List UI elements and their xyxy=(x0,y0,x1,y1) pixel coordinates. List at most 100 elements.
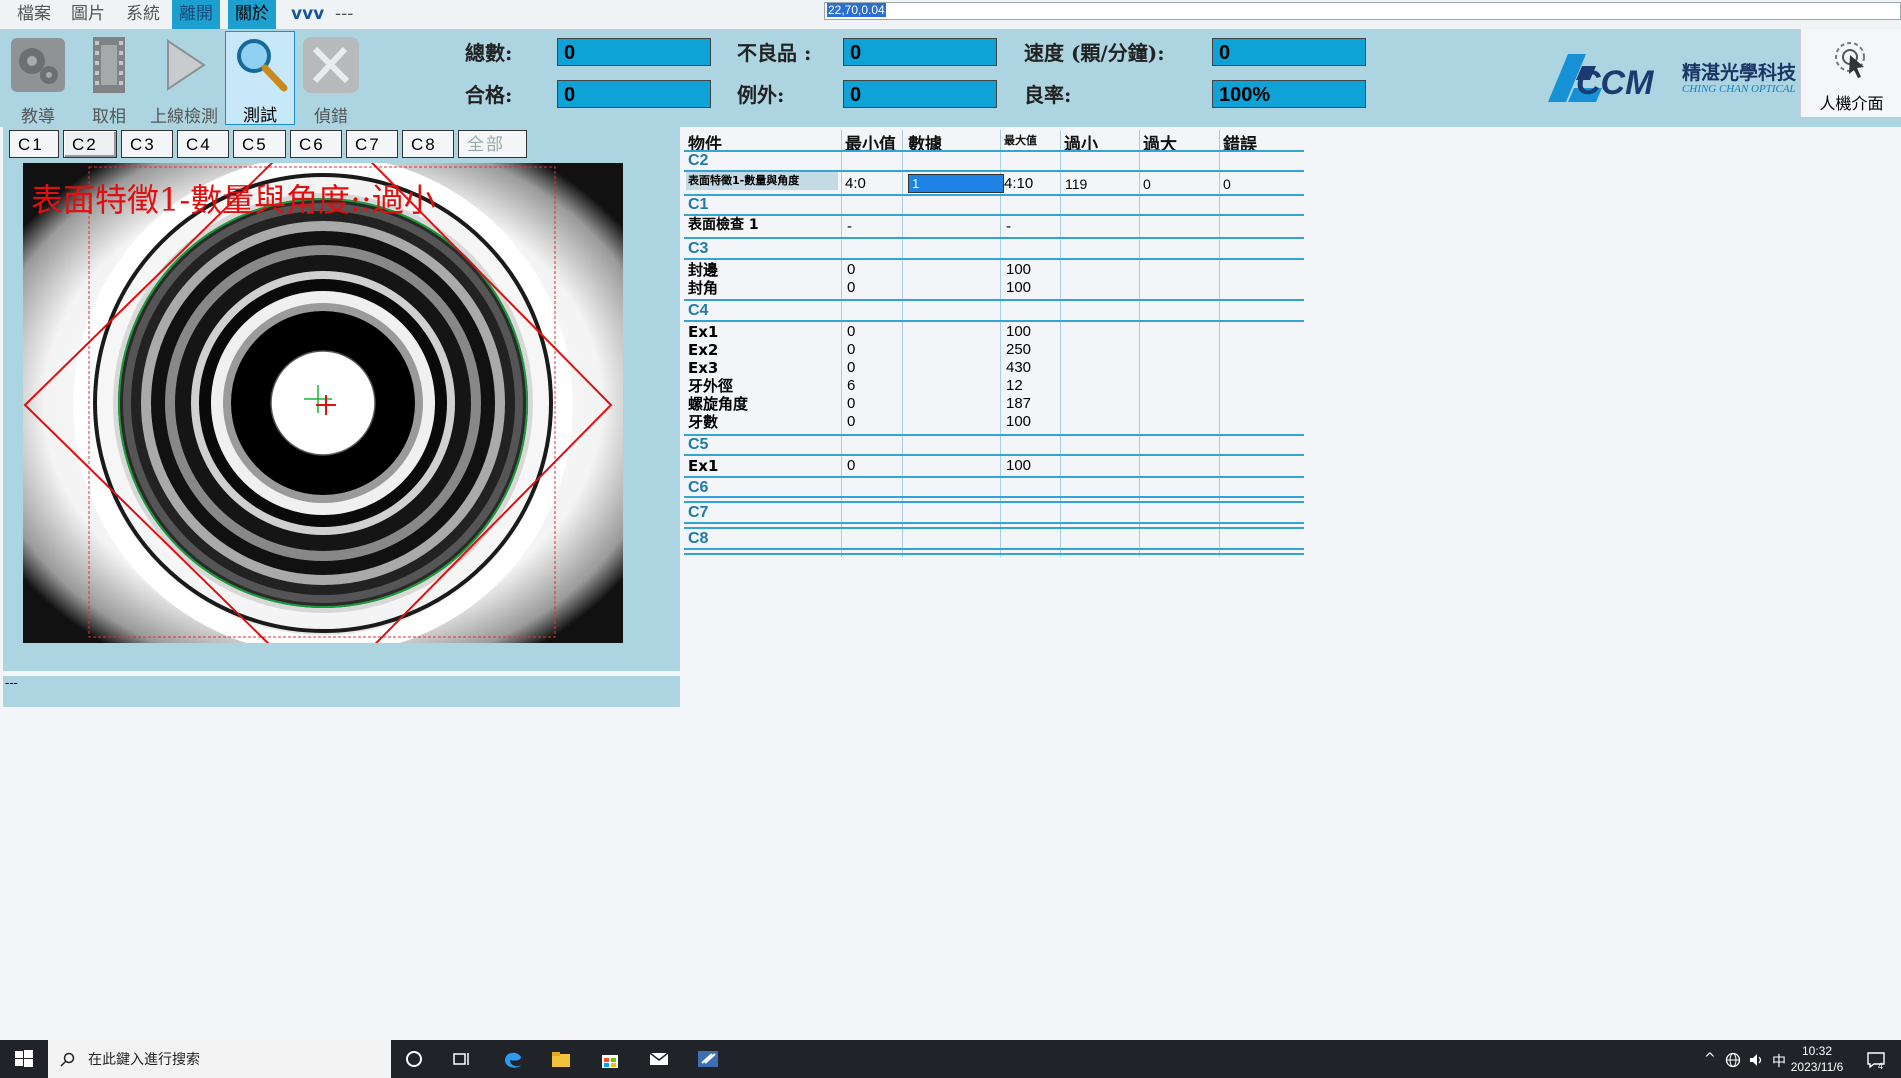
section-c8: C8 xyxy=(688,530,709,547)
row-error: 0 xyxy=(1223,176,1231,192)
row-name: 牙數 xyxy=(688,413,719,431)
teach-label: 教導 xyxy=(21,107,55,127)
mail-icon[interactable] xyxy=(648,1048,670,1070)
play-icon xyxy=(167,39,206,91)
row-min: 0 xyxy=(847,323,856,340)
tab-c3[interactable]: C3 xyxy=(121,130,173,158)
header-object: 物件 xyxy=(688,135,722,155)
tray-chevron-icon[interactable]: ^ xyxy=(1704,1051,1716,1067)
network-icon[interactable] xyxy=(1725,1052,1741,1068)
exception-value: 0 xyxy=(843,80,997,108)
command-input[interactable]: 22,70,0.04 xyxy=(824,2,1901,20)
tab-c8[interactable]: C8 xyxy=(402,130,454,158)
menu-exit[interactable]: 離開 xyxy=(172,0,220,29)
row-name: 表面檢查 1 xyxy=(688,217,759,233)
teach-button[interactable]: 教導 xyxy=(5,33,71,127)
row-data-input[interactable]: 1 xyxy=(908,174,1004,193)
online-inspect-button[interactable]: 上線檢測 xyxy=(149,33,219,127)
taskbar-search-box[interactable]: 在此鍵入進行搜索 xyxy=(48,1040,391,1078)
defect-value: 0 xyxy=(843,38,997,66)
overlay-result-text: 表面特徵1-數量與角度::過小 xyxy=(31,181,436,219)
store-icon[interactable] xyxy=(599,1048,621,1070)
speed-value: 0 xyxy=(1212,38,1366,66)
menu-about[interactable]: 關於 xyxy=(228,0,276,29)
cortana-icon[interactable] xyxy=(403,1048,425,1070)
clock-time: 10:32 xyxy=(1801,1044,1833,1058)
capture-label: 取相 xyxy=(92,107,126,127)
tab-c5[interactable]: C5 xyxy=(233,130,286,158)
section-c5: C5 xyxy=(688,436,709,453)
menu-vvv[interactable]: vvv xyxy=(284,0,331,29)
hmi-button[interactable]: 人機介面 xyxy=(1800,29,1901,117)
row-name: Ex3 xyxy=(688,359,719,377)
file-explorer-icon[interactable] xyxy=(550,1048,572,1070)
debug-label: 偵錯 xyxy=(314,107,348,127)
total-value: 0 xyxy=(557,38,711,66)
camera-view[interactable]: 表面特徵1-數量與角度::過小 xyxy=(23,163,623,643)
tab-c7[interactable]: C7 xyxy=(346,130,398,158)
row-min: 0 xyxy=(847,395,856,412)
tab-c1[interactable]: C1 xyxy=(9,130,59,158)
section-c3: C3 xyxy=(688,240,709,257)
header-min: 最小值 xyxy=(845,135,896,155)
ccm-logo-icon: CCM xyxy=(1548,54,1654,102)
menu-more[interactable]: --- xyxy=(328,0,360,29)
row-max: 250 xyxy=(1006,341,1032,358)
inspection-app-icon[interactable] xyxy=(697,1048,719,1070)
speed-label: 速度 (顆/分鐘): xyxy=(1024,41,1165,65)
tab-c4[interactable]: C4 xyxy=(177,130,229,158)
row-min: 0 xyxy=(847,457,856,474)
row-under: 119 xyxy=(1065,176,1088,192)
command-input-value: 22,70,0.04 xyxy=(827,3,886,17)
row-name: Ex1 xyxy=(688,457,719,475)
row-max: 4:10 xyxy=(1004,175,1034,192)
svg-text:CCM: CCM xyxy=(1576,64,1654,102)
test-button[interactable]: 測試 xyxy=(225,31,295,126)
magnifier-icon xyxy=(237,39,288,92)
menu-image[interactable]: 圖片 xyxy=(64,0,112,29)
status-text: --- xyxy=(5,675,18,690)
menu-bar: 檔案 圖片 系統 離開 關於 vvv --- 22,70,0.04 xyxy=(0,0,1901,29)
yield-label: 良率: xyxy=(1024,83,1072,107)
row-min: 0 xyxy=(847,261,856,278)
section-c2: C2 xyxy=(688,152,709,169)
taskbar: 在此鍵入進行搜索 ^ 中 10:32 2023/11/6 4 xyxy=(0,1040,1901,1078)
volume-icon[interactable] xyxy=(1748,1052,1766,1068)
row-min: 0 xyxy=(847,279,856,296)
header-error: 錯誤 xyxy=(1223,135,1257,155)
menu-file[interactable]: 檔案 xyxy=(10,0,58,29)
row-min: 6 xyxy=(847,377,856,394)
row-max: 187 xyxy=(1006,395,1032,412)
notification-count: 4 xyxy=(1878,1061,1884,1071)
row-min: 4:0 xyxy=(845,175,866,192)
film-icon xyxy=(93,37,125,93)
windows-start-icon[interactable] xyxy=(13,1048,35,1070)
edge-icon[interactable] xyxy=(502,1048,524,1070)
row-max: 430 xyxy=(1006,359,1032,376)
section-c7: C7 xyxy=(688,504,709,521)
clock[interactable]: 10:32 2023/11/6 xyxy=(1782,1043,1852,1075)
task-view-icon[interactable] xyxy=(451,1048,473,1070)
yield-value: 100% xyxy=(1212,80,1366,108)
row-name: Ex1 xyxy=(688,323,719,341)
pass-label: 合格: xyxy=(465,83,513,107)
debug-button[interactable]: 偵錯 xyxy=(296,33,366,127)
section-c1: C1 xyxy=(688,196,709,213)
row-name: 封角 xyxy=(688,279,719,297)
status-bar: --- xyxy=(3,676,680,707)
touch-pointer-icon xyxy=(1834,42,1865,78)
section-c6: C6 xyxy=(688,479,709,496)
clock-date: 2023/11/6 xyxy=(1790,1060,1844,1074)
tab-all[interactable]: 全部 xyxy=(458,130,527,158)
header-data: 數據 xyxy=(908,135,942,155)
tab-c2[interactable]: C2 xyxy=(63,130,117,158)
row-max: 100 xyxy=(1006,279,1032,296)
tab-c6[interactable]: C6 xyxy=(290,130,342,158)
capture-button[interactable]: 取相 xyxy=(76,33,142,127)
menu-system[interactable]: 系統 xyxy=(119,0,167,29)
section-c4: C4 xyxy=(688,302,709,319)
row-name: Ex2 xyxy=(688,341,719,359)
gears-icon xyxy=(11,38,65,92)
row-over: 0 xyxy=(1143,176,1151,192)
row-max: 100 xyxy=(1006,261,1032,278)
